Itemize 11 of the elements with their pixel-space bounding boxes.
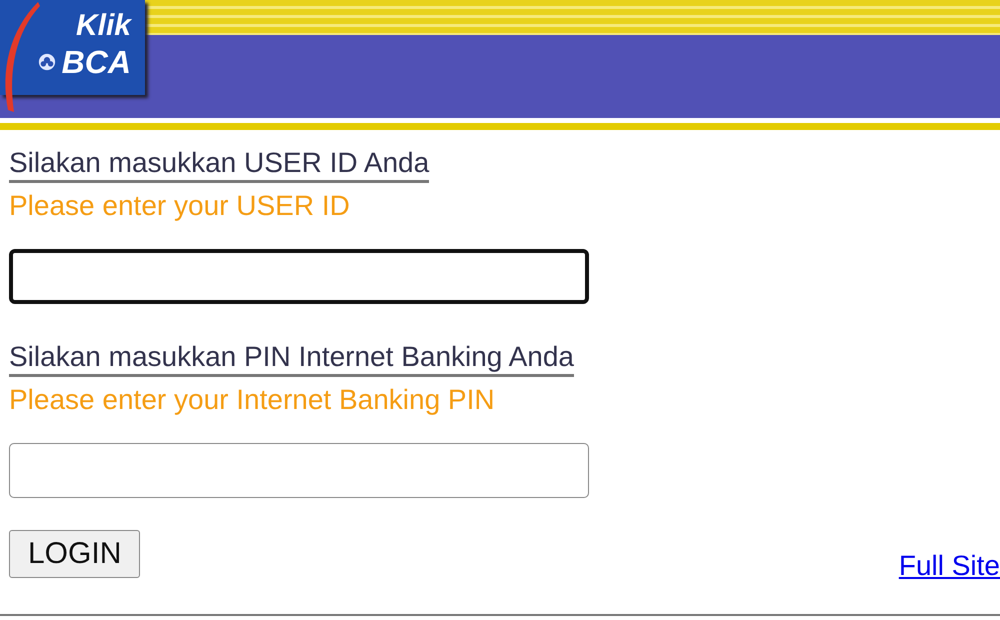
login-button[interactable]: LOGIN bbox=[9, 530, 140, 578]
logo-text: BCA bbox=[62, 44, 131, 80]
field-label: Silakan masukkan PIN Internet Banking Anda bbox=[9, 340, 574, 377]
full-site-link[interactable]: Full Site bbox=[898, 550, 1000, 582]
input-field[interactable] bbox=[9, 443, 589, 498]
field-label: Silakan masukkan USER ID Anda bbox=[9, 146, 430, 183]
emblem-icon bbox=[38, 53, 56, 71]
input-field[interactable] bbox=[9, 249, 589, 304]
logo-text: Klik bbox=[76, 8, 131, 44]
field-hint: Please enter your USER ID bbox=[9, 189, 350, 223]
field-hint: Please enter your Internet Banking PIN bbox=[9, 383, 495, 417]
